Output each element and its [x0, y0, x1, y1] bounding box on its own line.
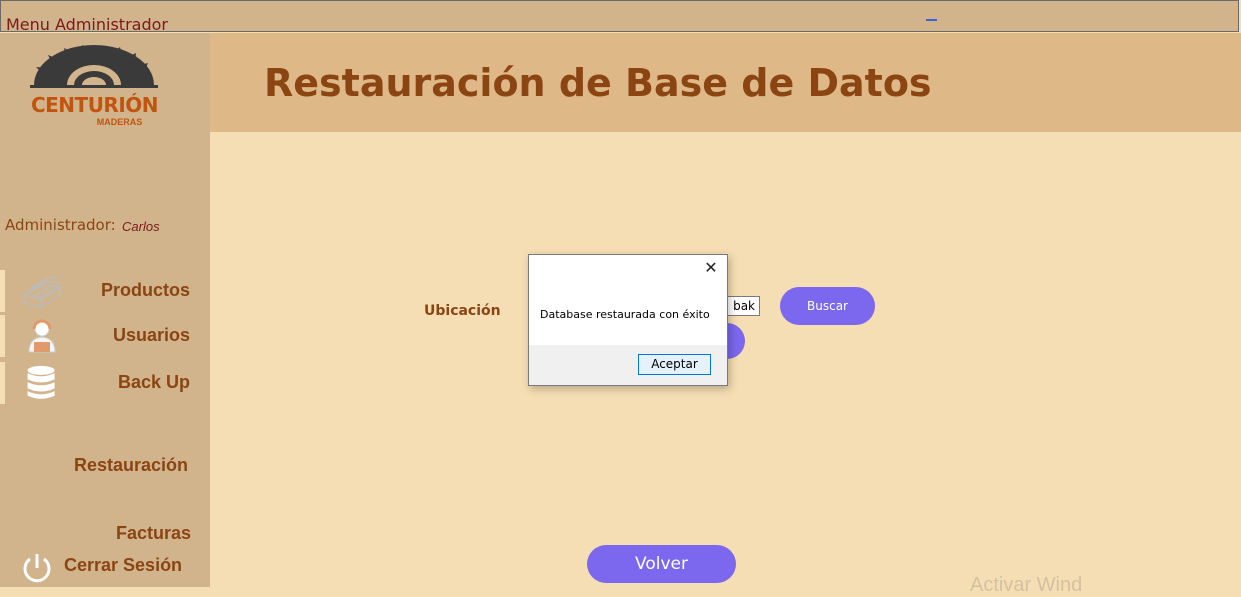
search-button[interactable]: Buscar: [780, 287, 875, 325]
location-label: Ubicación: [424, 303, 501, 319]
brand-logo: CENTURIÓN MADERAS: [22, 45, 167, 135]
close-icon[interactable]: ✕: [703, 261, 719, 277]
nav-indicator: [0, 362, 5, 404]
sidebar-item-facturas[interactable]: Facturas: [116, 523, 191, 544]
saw-blade-icon: [30, 45, 158, 88]
sidebar-item-usuarios[interactable]: Usuarios: [0, 315, 210, 357]
sidebar-item-label: Back Up: [117, 372, 190, 392]
sidebar-item-productos[interactable]: Productos: [0, 270, 210, 312]
page-title: Restauración de Base de Datos: [264, 61, 932, 105]
message-dialog: ✕ Database restaurada con éxito Aceptar: [528, 254, 728, 386]
sidebar-item-label: Usuarios: [112, 325, 190, 345]
dialog-footer: Aceptar: [529, 345, 727, 385]
sidebar-item-label: Productos: [100, 280, 190, 300]
sidebar-item-restauracion[interactable]: Restauración: [74, 455, 188, 476]
brand-name: CENTURIÓN: [30, 93, 159, 117]
logout-button[interactable]: Cerrar Sesión: [64, 555, 182, 576]
ok-button[interactable]: Aceptar: [638, 354, 711, 375]
power-icon[interactable]: [20, 551, 54, 585]
admin-name: Carlos: [122, 219, 160, 234]
page-header: Restauración de Base de Datos: [210, 33, 1241, 132]
window-title: Menu Administrador: [6, 15, 168, 34]
dialog-message: Database restaurada con éxito: [540, 308, 710, 321]
back-button[interactable]: Volver: [587, 545, 736, 583]
database-icon: [27, 365, 55, 399]
minimize-button[interactable]: [926, 19, 937, 21]
sidebar-item-backup[interactable]: Back Up: [0, 362, 210, 404]
brand-subtitle: MADERAS: [96, 117, 143, 127]
nav-indicator: [0, 315, 5, 357]
nav-indicator: [0, 270, 5, 312]
title-bar: Menu Administrador: [0, 0, 1239, 34]
lumber-icon: [22, 276, 62, 309]
admin-label: Administrador:: [5, 216, 116, 234]
user-icon: [28, 319, 56, 353]
activation-watermark: Activar Wind: [970, 574, 1083, 596]
